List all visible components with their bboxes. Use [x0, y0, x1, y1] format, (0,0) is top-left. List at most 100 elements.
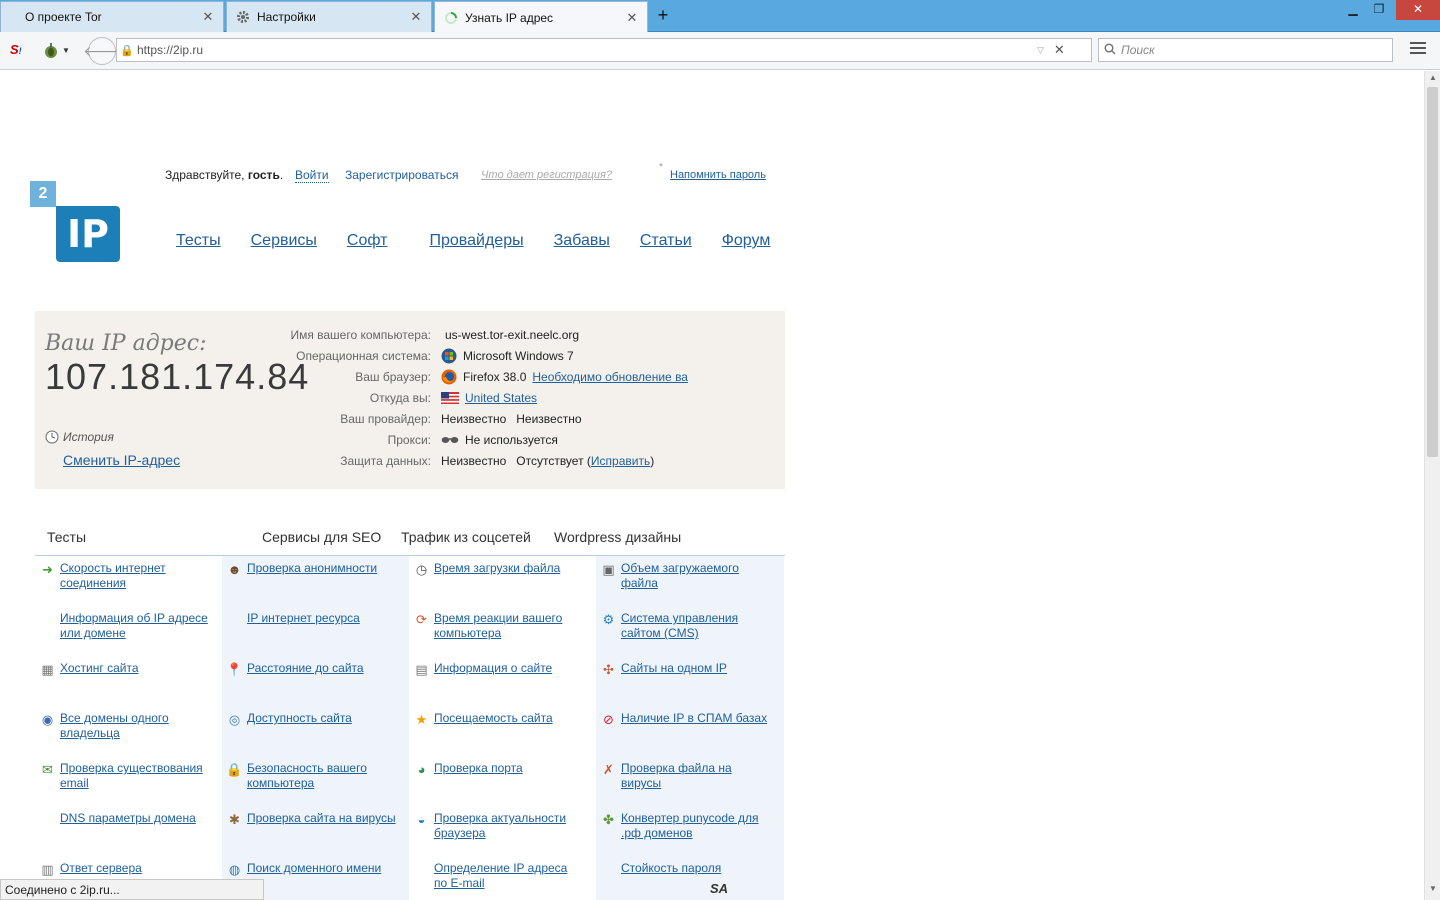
- test-item: 🔒 Безопасность вашего компьютера: [222, 756, 409, 806]
- test-link[interactable]: Проверка актуальности браузера: [434, 811, 566, 841]
- test-item: IP интернет ресурса: [222, 606, 409, 656]
- section-wordpress[interactable]: Wordpress дизайны: [554, 529, 681, 545]
- icon-placeholder: [413, 861, 430, 877]
- remind-password-link[interactable]: Напомнить пароль: [670, 169, 766, 181]
- test-item: ▦ Хостинг сайта: [35, 656, 222, 706]
- search-bar[interactable]: [1098, 38, 1393, 62]
- test-link[interactable]: Проверка существования email: [60, 761, 203, 791]
- info-label: Защита данных:: [340, 453, 431, 468]
- browser-update-link[interactable]: Необходимо обновление ва: [532, 370, 690, 384]
- scroll-down-icon[interactable]: ▼: [1425, 884, 1440, 898]
- navigation-toolbar: S! ▼ 🡐 🔒 ▽ ✕: [0, 32, 1440, 70]
- test-link[interactable]: Наличие IP в СПАМ базах: [621, 711, 767, 726]
- scroll-up-icon[interactable]: ▲: [1425, 73, 1440, 87]
- minimize-button[interactable]: ▁: [1340, 0, 1366, 20]
- test-link[interactable]: Хостинг сайта: [60, 661, 139, 676]
- close-icon[interactable]: ✕: [201, 9, 215, 25]
- test-item: ✤ Конвертер punycode для .рф доменов: [596, 806, 784, 856]
- test-link[interactable]: Время загрузки файла: [434, 561, 560, 576]
- info-label: Операционная система:: [296, 348, 431, 363]
- puzzle-icon: ✤: [603, 811, 614, 827]
- nav-fun[interactable]: Забавы: [554, 232, 610, 250]
- test-link[interactable]: Система управления сайтом (CMS): [621, 611, 738, 641]
- fix-link[interactable]: Исправить: [591, 454, 650, 468]
- test-link[interactable]: Расстояние до сайта: [247, 661, 364, 676]
- test-link[interactable]: Объем загружаемого файла: [621, 561, 739, 591]
- noscript-icon[interactable]: S!: [10, 42, 22, 57]
- test-link[interactable]: Поиск доменного имени: [247, 861, 381, 876]
- tab-check-ip[interactable]: Узнать IP адрес ✕: [434, 1, 648, 33]
- test-link[interactable]: Определение IP адреса по E-mail: [434, 861, 567, 891]
- firefox-icon: [441, 369, 457, 384]
- lock-icon: 🔒: [120, 44, 134, 57]
- test-link[interactable]: Время реакции вашего компьютера: [434, 611, 562, 641]
- tests-grid: ➜ Скорость интернет соединения ☻ Проверка ан…: [35, 556, 784, 900]
- nav-services[interactable]: Сервисы: [251, 232, 317, 250]
- test-link[interactable]: Конвертер punycode для .рф доменов: [621, 811, 759, 841]
- nav-forum[interactable]: Форум: [722, 232, 771, 250]
- test-item: ◎ Доступность сайта: [222, 706, 409, 756]
- restore-button[interactable]: ❐: [1366, 0, 1392, 20]
- test-link[interactable]: Информация о сайте: [434, 661, 552, 676]
- guest-name: гость: [247, 168, 280, 182]
- speed-arrow-icon: ➜: [42, 561, 53, 577]
- section-social-traffic[interactable]: Трафик из соцсетей: [401, 529, 531, 545]
- test-link[interactable]: Скорость интернет соединения: [60, 561, 166, 591]
- login-link[interactable]: Войти: [295, 168, 329, 183]
- info-row-os: Операционная система: Microsoft Windows …: [235, 345, 574, 366]
- test-link[interactable]: Ответ сервера: [60, 861, 142, 876]
- test-item: ★ Посещаемость сайта: [409, 706, 596, 756]
- why-register-link[interactable]: Что дает регистрация?: [481, 169, 612, 181]
- test-link[interactable]: DNS параметры домена: [60, 811, 196, 826]
- test-item: DNS параметры домена: [35, 806, 222, 856]
- test-link[interactable]: Все домены одного владельца: [60, 711, 169, 741]
- test-link[interactable]: Проверка файла на вирусы: [621, 761, 732, 791]
- history-label: История: [63, 430, 114, 444]
- history-dropdown-icon[interactable]: ▽: [1037, 45, 1044, 56]
- nav-providers[interactable]: Провайдеры: [430, 232, 524, 250]
- tor-button[interactable]: ▼: [42, 41, 70, 59]
- scrollbar-thumb[interactable]: [1427, 87, 1438, 457]
- change-ip-link[interactable]: Сменить IP-адрес: [63, 452, 180, 468]
- test-link[interactable]: Посещаемость сайта: [434, 711, 553, 726]
- loading-spinner-icon: [443, 10, 459, 26]
- test-link[interactable]: Проверка порта: [434, 761, 523, 776]
- history-link[interactable]: История: [45, 430, 114, 444]
- test-link[interactable]: Доступность сайта: [247, 711, 352, 726]
- info-label: Ваш браузер:: [355, 369, 431, 384]
- star-icon: ★: [415, 711, 428, 727]
- test-link[interactable]: Безопасность вашего компьютера: [247, 761, 367, 791]
- country-link[interactable]: United States: [465, 391, 537, 405]
- stop-icon[interactable]: ✕: [1054, 42, 1065, 58]
- back-button[interactable]: 🡐: [83, 37, 121, 65]
- test-link[interactable]: Проверка анонимности: [247, 561, 377, 576]
- cms-icon: ⚙: [602, 611, 615, 627]
- test-link[interactable]: IP интернет ресурса: [247, 611, 360, 626]
- test-link[interactable]: Проверка сайта на вирусы: [247, 811, 396, 826]
- nav-tests[interactable]: Тесты: [176, 232, 221, 250]
- test-link[interactable]: Сайты на одном IP: [621, 661, 727, 676]
- search-icon: [1099, 42, 1121, 58]
- window-close-button[interactable]: ✕: [1396, 0, 1440, 20]
- nav-articles[interactable]: Статьи: [640, 232, 692, 250]
- menu-button[interactable]: [1410, 42, 1426, 54]
- url-input[interactable]: [137, 40, 1037, 60]
- search-input[interactable]: [1121, 40, 1381, 60]
- web-page: Здравствуйте, гость. Войти Зарегистриров…: [0, 71, 1424, 900]
- test-link[interactable]: Стойкость пароля: [621, 861, 721, 876]
- vertical-scrollbar[interactable]: ▲ ▼: [1424, 71, 1440, 900]
- tab-settings[interactable]: Настройки ✕: [226, 1, 432, 32]
- nav-software[interactable]: Софт: [347, 232, 388, 250]
- test-link[interactable]: Информация об IP адресе или домене: [60, 611, 208, 641]
- close-icon[interactable]: ✕: [625, 10, 639, 26]
- register-link[interactable]: Зарегистрироваться: [345, 168, 458, 182]
- tab-about-tor[interactable]: О проекте Tor ✕: [0, 1, 224, 32]
- new-tab-button[interactable]: +: [652, 5, 674, 27]
- section-seo[interactable]: Сервисы для SEO: [262, 529, 381, 545]
- close-icon[interactable]: ✕: [409, 9, 423, 25]
- section-tests[interactable]: Тесты: [47, 529, 86, 545]
- site-logo[interactable]: 2 IP: [30, 181, 122, 263]
- main-navigation: Тесты Сервисы Софт Провайдеры Забавы Ста…: [176, 232, 800, 250]
- url-bar[interactable]: 🔒 ▽ ✕: [116, 38, 1092, 62]
- server-icon: ▥: [41, 861, 54, 877]
